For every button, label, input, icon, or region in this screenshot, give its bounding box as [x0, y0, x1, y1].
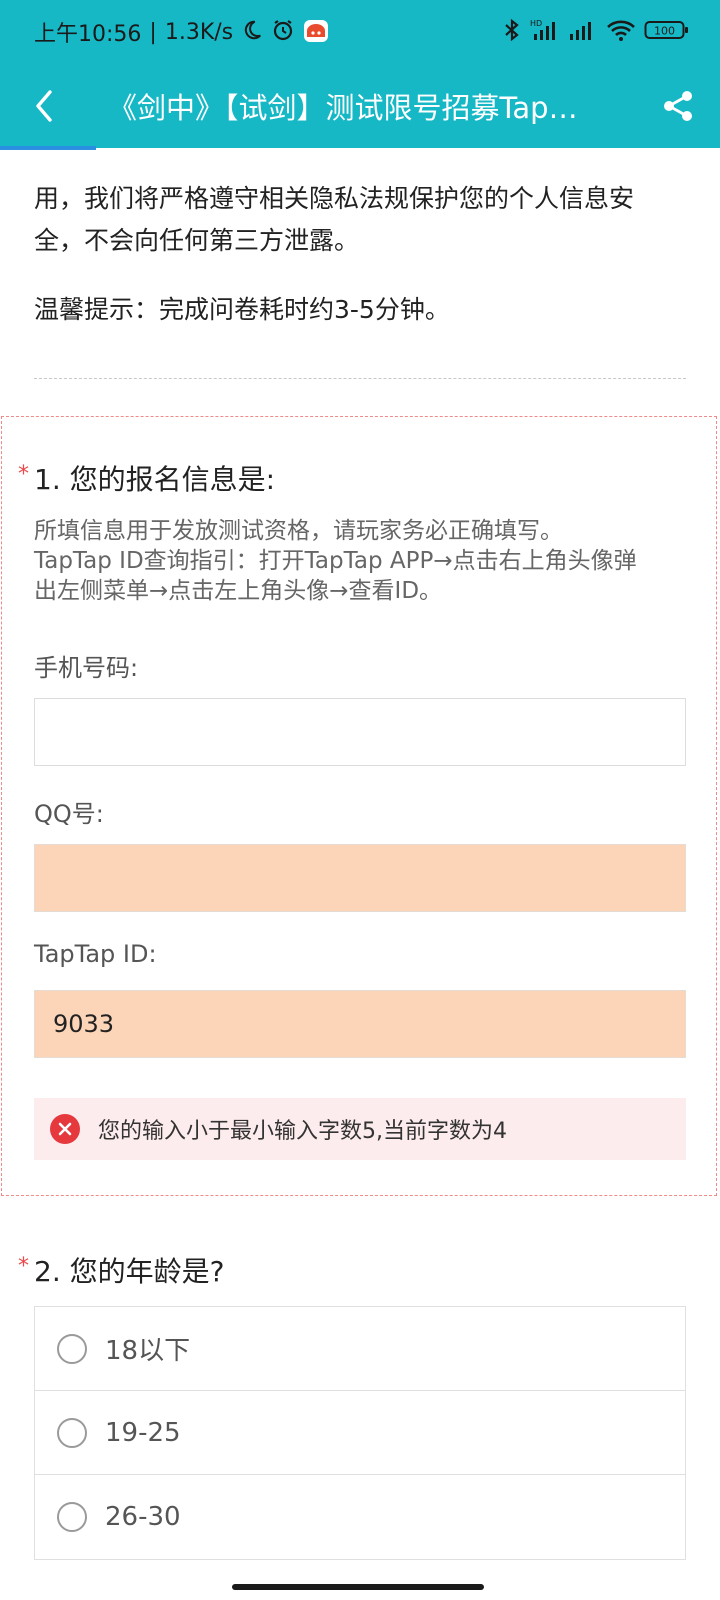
- error-message: 您的输入小于最小输入字数5,当前字数为4: [98, 1119, 507, 1144]
- status-divider: |: [149, 19, 157, 45]
- intro-line-2: 全，不会向任何第三方泄露。: [34, 226, 360, 255]
- radio-icon: [57, 1333, 87, 1364]
- question-1-title: 1. 您的报名信息是:: [34, 463, 276, 496]
- signal-hd-icon: HD: [530, 18, 560, 46]
- home-indicator[interactable]: [232, 1584, 484, 1590]
- nav-bar: 《剑中》【试剑】测试限号招募Tap…: [0, 64, 720, 148]
- radio-icon: [57, 1417, 87, 1448]
- back-button[interactable]: [0, 64, 88, 148]
- validation-error: 您的输入小于最小输入字数5,当前字数为4: [34, 1098, 686, 1160]
- age-option-under-18[interactable]: 18以下: [35, 1307, 685, 1391]
- status-net-speed: 1.3K/s: [164, 19, 234, 45]
- taptap-id-label: TapTap ID:: [34, 940, 157, 968]
- qq-label: QQ号:: [34, 800, 104, 828]
- wifi-icon: [606, 18, 636, 46]
- phone-input[interactable]: [34, 698, 686, 766]
- taptap-id-input[interactable]: 9033: [34, 990, 686, 1058]
- svg-text:HD: HD: [530, 19, 542, 28]
- share-button[interactable]: [636, 64, 720, 148]
- required-mark: *: [18, 462, 29, 487]
- divider: [34, 378, 686, 379]
- load-progress-bar: [0, 146, 96, 150]
- question-1-desc-line-1: 所填信息用于发放测试资格，请玩家务必正确填写。: [34, 518, 563, 544]
- survey-tip: 温馨提示：完成问卷耗时约3-5分钟。: [34, 295, 450, 324]
- top-bar: 上午10:56 | 1.3K/s HD 100 《剑中》【试剑】测试限号招募Ta…: [0, 0, 720, 148]
- option-label: 18以下: [105, 1336, 191, 1366]
- battery-icon: 100: [644, 18, 690, 46]
- status-left: 上午10:56 | 1.3K/s: [34, 16, 329, 48]
- share-icon: [664, 91, 692, 121]
- chevron-left-icon: [36, 90, 52, 122]
- page-title: 《剑中》【试剑】测试限号招募Tap…: [108, 91, 578, 125]
- question-1-desc-line-2: TapTap ID查询指引：打开TapTap APP→点击右上角头像弹: [34, 548, 637, 574]
- qq-input[interactable]: [34, 844, 686, 912]
- error-close-icon: [50, 1114, 80, 1144]
- question-1-desc-line-3: 出左侧菜单→点击左上角头像→查看ID。: [34, 578, 443, 604]
- age-option-26-30[interactable]: 26-30: [35, 1475, 685, 1559]
- app-notification-icon: [303, 17, 329, 47]
- battery-level: 100: [654, 25, 675, 38]
- question-2-title: 2. 您的年龄是?: [34, 1255, 225, 1288]
- age-options: 18以下 19-25 26-30: [34, 1306, 686, 1560]
- status-bar: 上午10:56 | 1.3K/s HD 100: [0, 0, 720, 64]
- alarm-icon: [271, 18, 295, 46]
- required-mark: *: [18, 1254, 29, 1279]
- intro-line-1: 用，我们将严格遵守相关隐私法规保护您的个人信息安: [34, 184, 635, 213]
- bluetooth-icon: [502, 18, 522, 46]
- phone-label: 手机号码:: [34, 654, 139, 682]
- status-time: 上午10:56: [34, 22, 142, 47]
- radio-icon: [57, 1502, 87, 1532]
- question-1-description: 所填信息用于发放测试资格，请玩家务必正确填写。 TapTap ID查询指引：打开…: [34, 516, 684, 606]
- option-label: 19-25: [105, 1417, 181, 1448]
- signal-icon: [568, 18, 598, 46]
- option-label: 26-30: [105, 1502, 181, 1532]
- moon-icon: [241, 19, 263, 45]
- status-right: HD 100: [502, 18, 690, 46]
- age-option-19-25[interactable]: 19-25: [35, 1391, 685, 1475]
